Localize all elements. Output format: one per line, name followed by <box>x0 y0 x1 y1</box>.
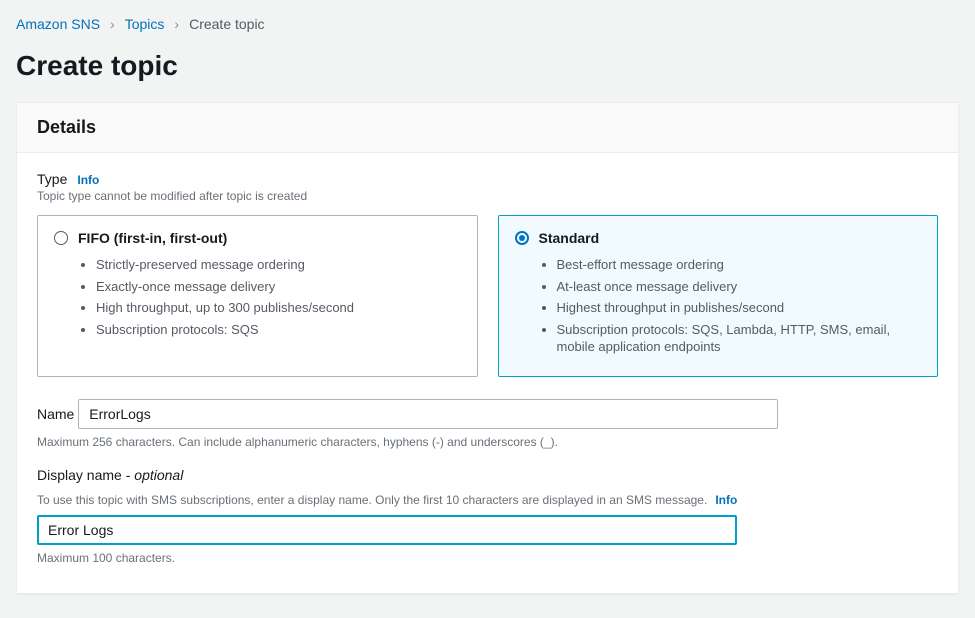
type-option-standard-title: Standard <box>539 230 600 246</box>
type-option-fifo-title: FIFO (first-in, first-out) <box>78 230 227 246</box>
name-input[interactable] <box>78 399 778 429</box>
page-title: Create topic <box>16 50 959 82</box>
panel-header: Details <box>17 103 958 153</box>
name-hint: Maximum 256 characters. Can include alph… <box>37 435 938 449</box>
display-name-below-hint: Maximum 100 characters. <box>37 551 938 565</box>
panel-heading: Details <box>37 117 938 138</box>
display-name-label: Display name - optional <box>37 467 183 483</box>
breadcrumb-root[interactable]: Amazon SNS <box>16 16 100 32</box>
chevron-right-icon: › <box>110 16 115 32</box>
standard-bullet: Best-effort message ordering <box>557 256 922 274</box>
fifo-bullet: Subscription protocols: SQS <box>96 321 461 339</box>
details-panel: Details Type Info Topic type cannot be m… <box>16 102 959 594</box>
breadcrumb: Amazon SNS › Topics › Create topic <box>16 16 959 32</box>
standard-bullet: At-least once message delivery <box>557 278 922 296</box>
display-name-info-link[interactable]: Info <box>715 493 737 507</box>
display-name-input[interactable] <box>37 515 737 545</box>
breadcrumb-topics[interactable]: Topics <box>125 16 165 32</box>
standard-bullet: Highest throughput in publishes/second <box>557 299 922 317</box>
radio-icon <box>54 231 68 245</box>
type-option-fifo[interactable]: FIFO (first-in, first-out) Strictly-pres… <box>37 215 478 377</box>
type-hint: Topic type cannot be modified after topi… <box>37 189 938 203</box>
standard-bullet: Subscription protocols: SQS, Lambda, HTT… <box>557 321 922 356</box>
chevron-right-icon: › <box>174 16 179 32</box>
breadcrumb-current: Create topic <box>189 16 264 32</box>
type-info-link[interactable]: Info <box>77 173 99 187</box>
name-label: Name <box>37 406 74 422</box>
display-name-hint: To use this topic with SMS subscriptions… <box>37 493 707 507</box>
radio-icon <box>515 231 529 245</box>
type-option-standard[interactable]: Standard Best-effort message ordering At… <box>498 215 939 377</box>
fifo-bullet: Strictly-preserved message ordering <box>96 256 461 274</box>
fifo-bullet: Exactly-once message delivery <box>96 278 461 296</box>
fifo-bullet: High throughput, up to 300 publishes/sec… <box>96 299 461 317</box>
type-label: Type <box>37 171 67 187</box>
